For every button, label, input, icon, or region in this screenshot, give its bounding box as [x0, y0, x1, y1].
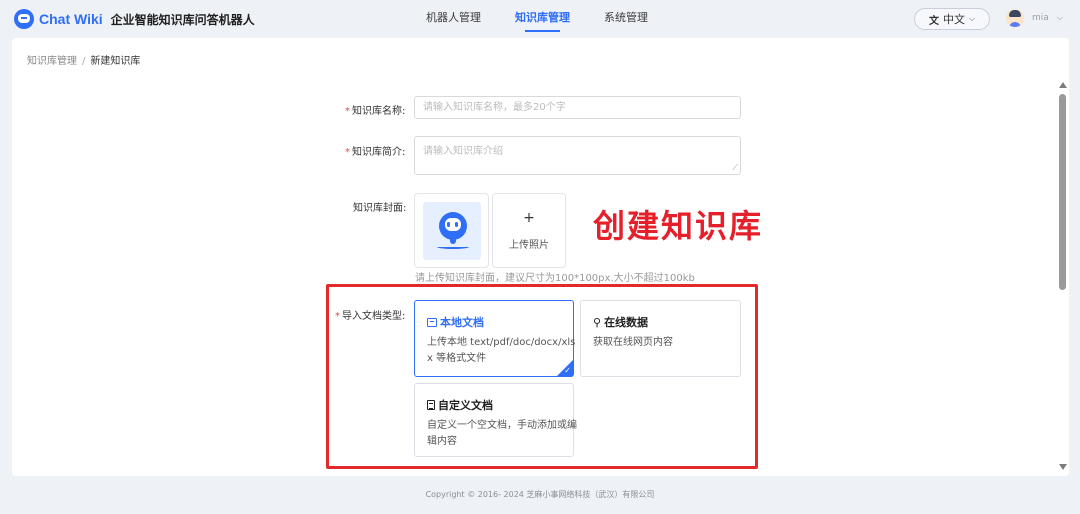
user-name: mia: [1032, 13, 1049, 23]
doc-type-local-desc: 上传本地 text/pdf/doc/docx/xlsx 等格式文件: [427, 337, 576, 364]
brand-subtitle: 企业智能知识库问答机器人: [110, 12, 255, 27]
doc-type-custom[interactable]: 自定义文档 自定义一个空文档，手动添加或编辑内容: [414, 383, 577, 457]
mascot-base: [437, 245, 469, 249]
nav-robot-management[interactable]: 机器人管理: [426, 0, 481, 38]
cover-label: 知识库封面:: [353, 203, 407, 214]
annotation-title: 创建知识库: [593, 207, 764, 245]
cover-preview[interactable]: [414, 193, 489, 268]
document-icon: [427, 400, 435, 410]
breadcrumb-separator: /: [82, 56, 86, 67]
check-icon: ✓: [564, 366, 571, 375]
name-label: * 知识库名称:: [345, 106, 406, 117]
doc-type-custom-title: 自定义文档: [427, 397, 493, 413]
main-panel: 知识库管理 / 新建知识库 * 知识库名称: 请输入知识库名称，最多20个字 * 知识库…: [12, 38, 1069, 476]
upload-photo-button[interactable]: + 上传照片: [492, 193, 566, 268]
chevron-down-icon: ⌵: [968, 14, 976, 23]
breadcrumb-current: 新建知识库: [90, 56, 141, 67]
doc-type-local[interactable]: 本地文档 上传本地 text/pdf/doc/docx/xlsx 等格式文件 ✓: [414, 300, 576, 377]
chatwiki-logo-icon: [14, 9, 34, 29]
chatwiki-mascot-icon: [439, 212, 467, 244]
doc-type-custom-desc: 自定义一个空文档，手动添加或编辑内容: [427, 420, 577, 447]
breadcrumb-parent[interactable]: 知识库管理: [27, 56, 77, 67]
brand[interactable]: Chat Wiki 企业智能知识库问答机器人: [14, 8, 255, 30]
brand-name: Chat Wiki: [39, 11, 103, 27]
doc-type-online-desc: 获取在线网页内容: [593, 337, 673, 348]
chevron-down-icon: ⌵: [1056, 13, 1063, 22]
top-bar: Chat Wiki 企业智能知识库问答机器人 机器人管理 知识库管理 系统管理 …: [0, 0, 1080, 38]
upload-photo-label: 上传照片: [509, 240, 549, 251]
mascot-eyes: [447, 222, 459, 227]
folder-icon: [427, 317, 437, 327]
intro-textarea[interactable]: 请输入知识库介绍 ⟋: [414, 136, 741, 175]
doc-type-online[interactable]: ⚲ 在线数据 获取在线网页内容: [580, 300, 741, 377]
scrollbar-thumb[interactable]: [1059, 94, 1066, 290]
scroll-down-icon[interactable]: [1059, 464, 1067, 470]
name-input[interactable]: 请输入知识库名称，最多20个字: [414, 96, 741, 119]
plus-icon: +: [523, 210, 535, 226]
doc-type-online-title: ⚲ 在线数据: [593, 315, 649, 330]
scrollbar[interactable]: [1056, 80, 1070, 476]
cover-image: [423, 202, 481, 260]
translate-icon: 文: [928, 15, 939, 27]
doc-type-local-title: 本地文档: [427, 314, 484, 330]
nav-knowledge-management[interactable]: 知识库管理: [515, 0, 570, 38]
user-menu[interactable]: mia ⌵: [1006, 9, 1063, 27]
resize-handle-icon: ⟋: [732, 163, 738, 172]
footer-copyright: Copyright © 2016- 2024 芝麻小事网络科技（武汉）有限公司: [425, 490, 655, 499]
language-label: 中文: [942, 13, 965, 26]
breadcrumb: 知识库管理 / 新建知识库: [27, 52, 140, 67]
cover-hint: 请上传知识库封面，建议尺寸为100*100px.大小不超过100kb: [415, 273, 695, 284]
main-nav: 机器人管理 知识库管理 系统管理: [426, 0, 682, 38]
scroll-up-icon[interactable]: [1059, 82, 1067, 88]
link-icon: ⚲: [593, 315, 602, 329]
nav-system-management[interactable]: 系统管理: [604, 0, 648, 38]
language-switcher[interactable]: 文 中文 ⌵: [914, 8, 990, 30]
intro-label: * 知识库简介:: [345, 147, 406, 158]
avatar: [1006, 9, 1024, 27]
